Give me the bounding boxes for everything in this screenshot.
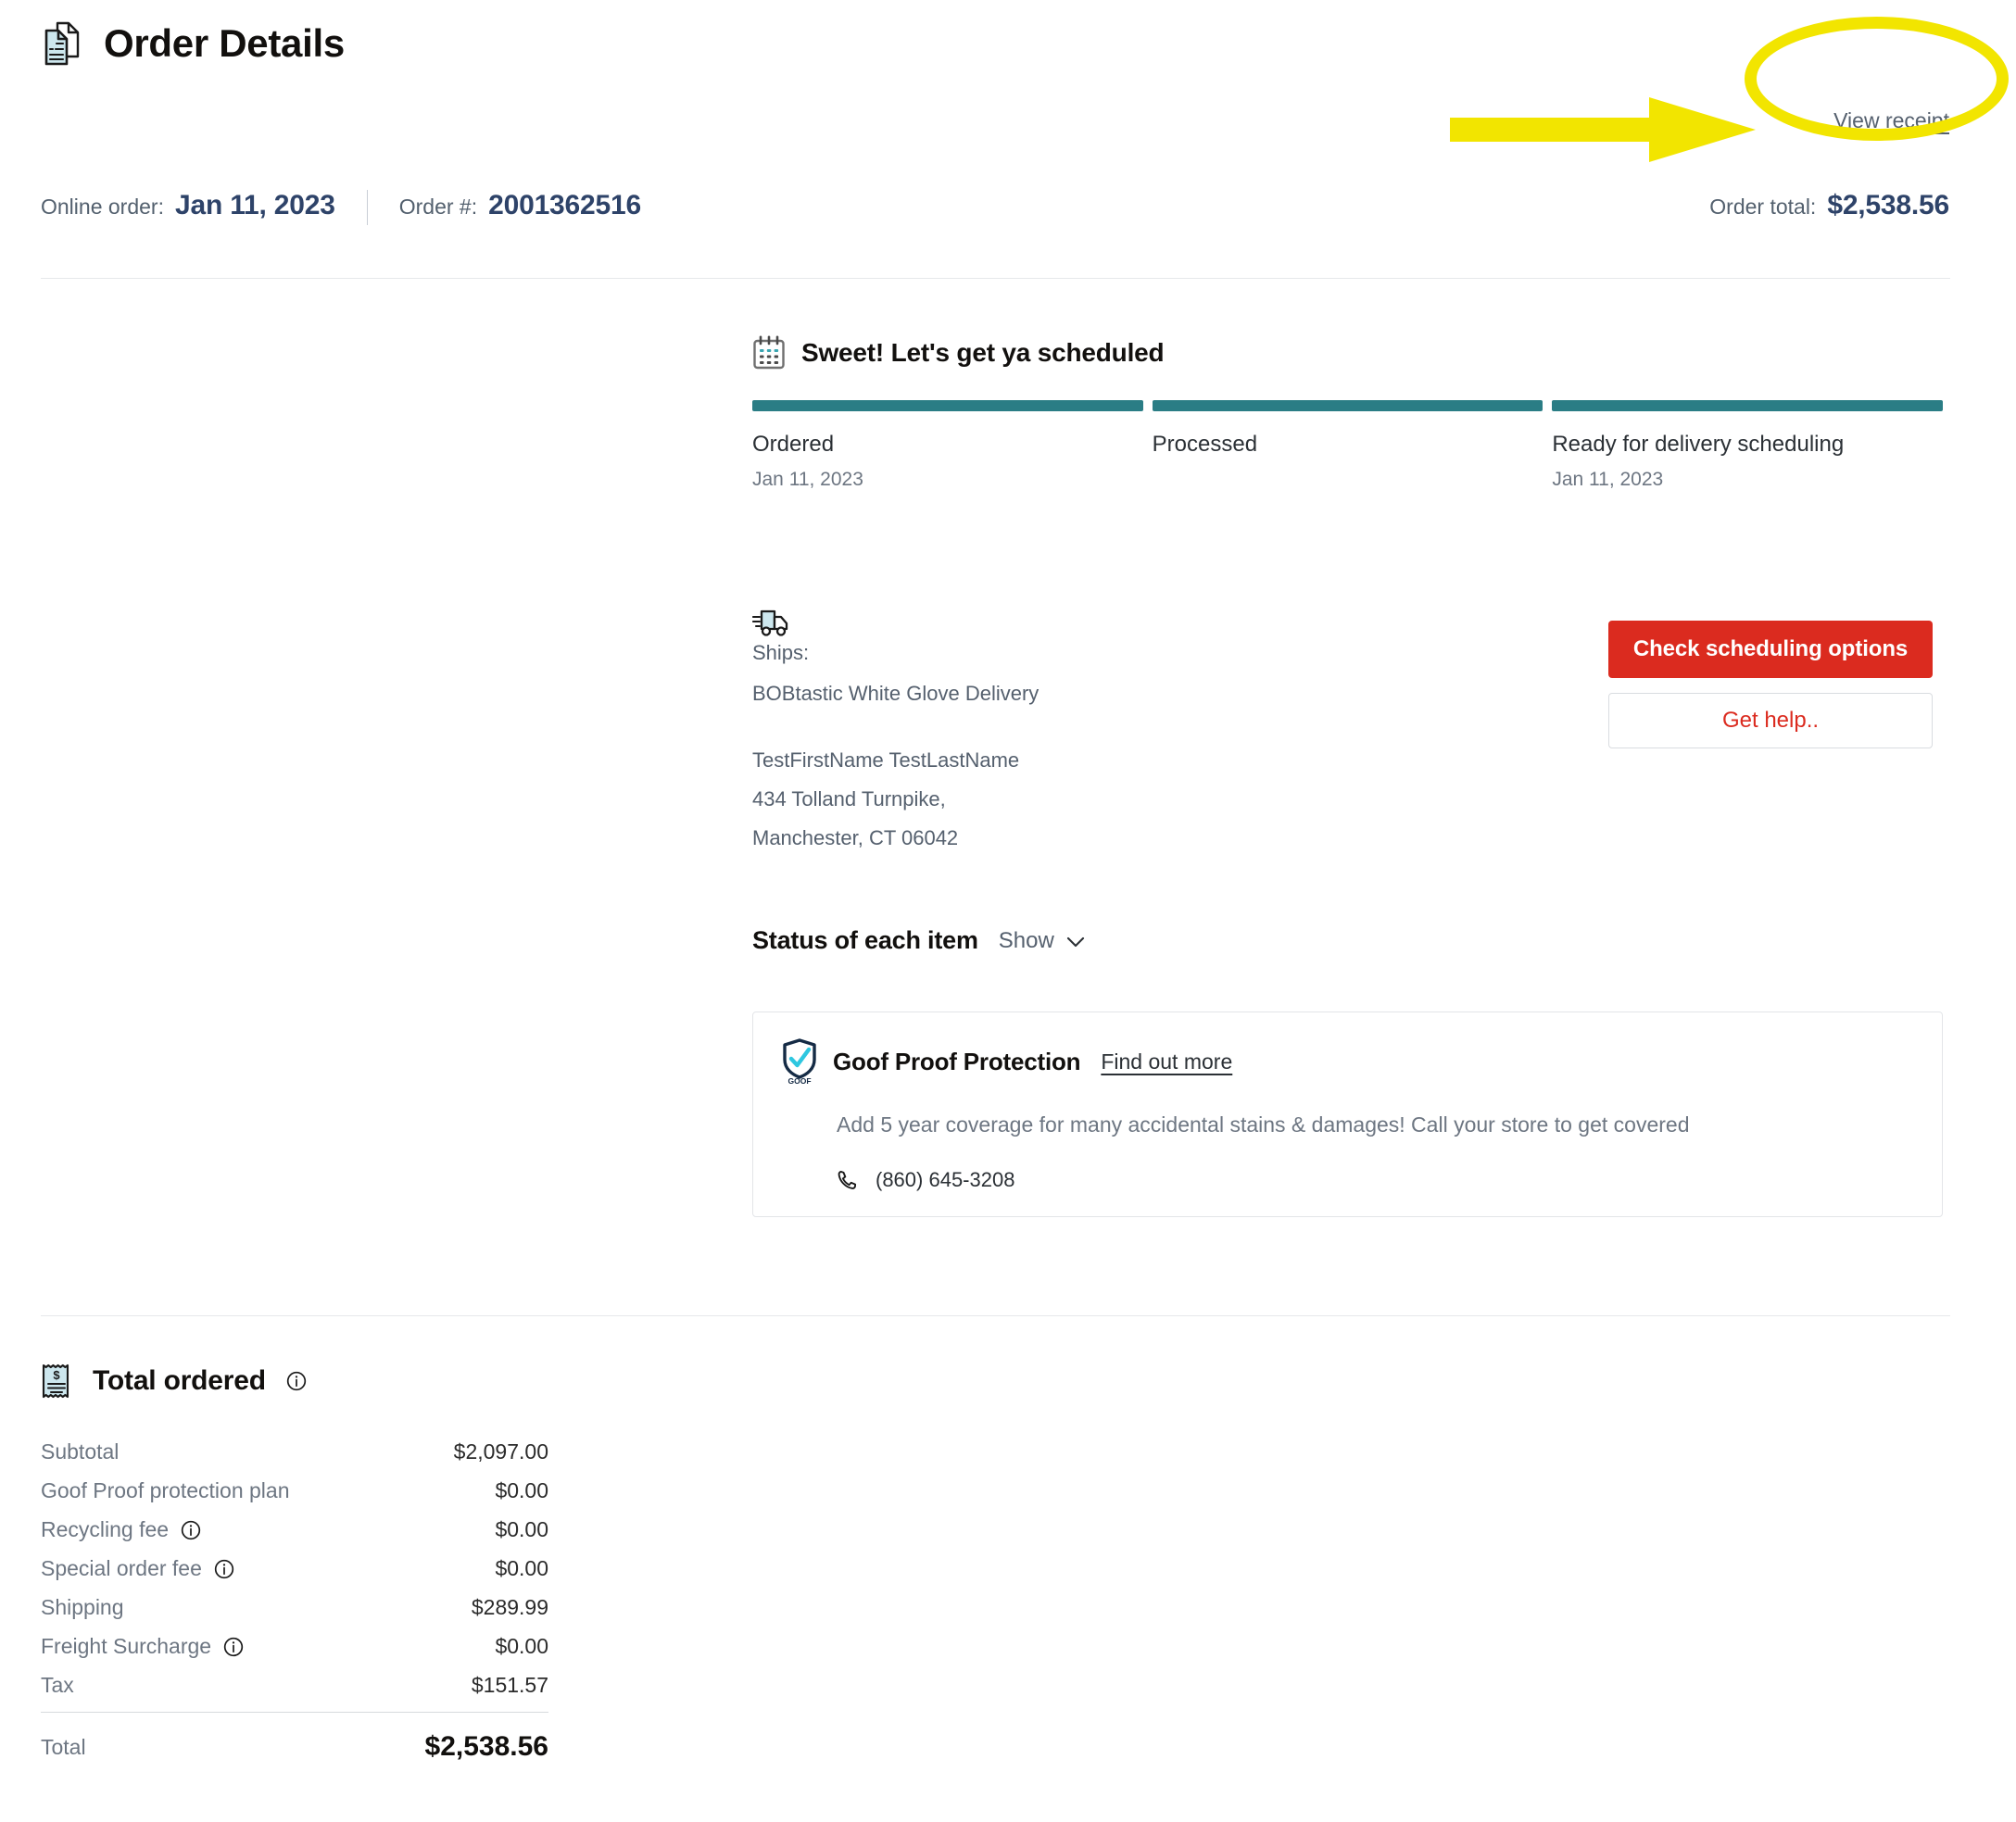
total-row-goof-proof-plan: Goof Proof protection plan $0.00 bbox=[41, 1478, 548, 1503]
order-total-value: $2,538.56 bbox=[1827, 190, 1949, 220]
total-row-shipping: Shipping $289.99 bbox=[41, 1595, 548, 1620]
item-status-row: Status of each item Show bbox=[752, 926, 1085, 955]
total-ordered-panel: $ Total ordered Subtotal $2,097.00 Goof … bbox=[41, 1362, 548, 1777]
grand-total-value: $2,538.56 bbox=[424, 1731, 548, 1762]
goof-proof-title: Goof Proof Protection bbox=[833, 1047, 1081, 1075]
total-row-label-group: Freight Surcharge bbox=[41, 1634, 244, 1659]
goof-proof-description: Add 5 year coverage for many accidental … bbox=[837, 1112, 1690, 1137]
order-date-value: Jan 11, 2023 bbox=[174, 190, 335, 220]
calendar-icon bbox=[752, 335, 786, 371]
tracker-step-date: Jan 11, 2023 bbox=[1552, 469, 1664, 490]
ship-recipient: TestFirstName TestLastName bbox=[752, 748, 1020, 772]
item-status-show-label: Show bbox=[998, 927, 1054, 953]
total-ordered-title: Total ordered bbox=[93, 1365, 266, 1396]
total-row-grand-total: Total $2,538.56 bbox=[41, 1731, 548, 1763]
total-row-label: Freight Surcharge bbox=[41, 1634, 212, 1658]
ship-spacer bbox=[752, 724, 1438, 750]
total-row-tax: Tax $151.57 bbox=[41, 1673, 548, 1698]
chevron-down-icon bbox=[1066, 936, 1085, 947]
totals-separator bbox=[41, 1712, 548, 1713]
shipment-block: Ships: BOBtastic White Glove Delivery Te… bbox=[751, 607, 1438, 867]
info-icon[interactable] bbox=[286, 1371, 307, 1391]
total-row-value: $289.99 bbox=[471, 1595, 548, 1619]
tracker-step-name: Ready for delivery scheduling bbox=[1552, 432, 1845, 457]
page-title: Order Details bbox=[104, 21, 345, 65]
totals-divider bbox=[41, 1315, 1950, 1316]
order-progress-tracker: Sweet! Let's get ya scheduled Ordered Ja… bbox=[752, 335, 1944, 491]
total-row-value: $0.00 bbox=[495, 1634, 548, 1658]
item-status-show-toggle[interactable]: Show bbox=[999, 928, 1085, 954]
tracker-step: Ordered Jan 11, 2023 bbox=[752, 400, 1143, 491]
tracker-header: Sweet! Let's get ya scheduled bbox=[752, 335, 1943, 371]
tracker-step: Processed bbox=[1152, 400, 1544, 491]
ship-method: BOBtastic White Glove Delivery bbox=[752, 682, 1040, 705]
tracker-step-name: Ordered bbox=[752, 432, 835, 457]
goof-proof-card: GOOF Goof Proof Protection Find out more… bbox=[752, 1012, 1943, 1217]
online-order-label: Online order: bbox=[41, 195, 164, 219]
ships-label: Ships: bbox=[752, 641, 810, 664]
highlight-arrow-annotation bbox=[1450, 97, 1756, 162]
total-row-recycling-fee: Recycling fee $0.00 bbox=[41, 1517, 548, 1542]
page-header: Order Details bbox=[41, 20, 345, 67]
ship-address-line-2: Manchester, CT 06042 bbox=[752, 826, 959, 849]
tracker-step-date: Jan 11, 2023 bbox=[752, 469, 863, 490]
document-pages-icon bbox=[41, 20, 83, 67]
total-row-special-order-fee: Special order fee $0.00 bbox=[41, 1556, 548, 1581]
order-number-label: Order #: bbox=[398, 195, 478, 219]
total-row-value: $151.57 bbox=[471, 1673, 548, 1697]
info-icon[interactable] bbox=[223, 1637, 244, 1657]
meta-divider bbox=[366, 190, 368, 225]
goof-proof-phone-number: (860) 645-3208 bbox=[876, 1168, 1015, 1191]
total-row-label: Tax bbox=[41, 1673, 74, 1697]
total-row-freight-surcharge: Freight Surcharge $0.00 bbox=[41, 1634, 548, 1659]
order-number-value: 2001362516 bbox=[488, 190, 641, 220]
info-icon[interactable] bbox=[181, 1520, 201, 1540]
total-row-label: Goof Proof protection plan bbox=[41, 1478, 290, 1502]
total-row-value: $0.00 bbox=[495, 1517, 548, 1541]
ship-address-line-1: 434 Tolland Turnpike, bbox=[752, 787, 946, 810]
total-row-label-group: Special order fee bbox=[41, 1556, 234, 1581]
order-meta-row: Online order: Jan 11, 2023 Order #: 2001… bbox=[41, 190, 641, 225]
total-row-value: $0.00 bbox=[495, 1478, 548, 1502]
total-row-subtotal: Subtotal $2,097.00 bbox=[41, 1439, 548, 1464]
goof-proof-header: GOOF Goof Proof Protection Find out more bbox=[753, 1012, 1942, 1086]
tracker-title: Sweet! Let's get ya scheduled bbox=[801, 338, 1165, 367]
grand-total-label: Total bbox=[41, 1734, 86, 1759]
tracker-steps: Ordered Jan 11, 2023 Processed Ready for… bbox=[752, 400, 1944, 491]
total-row-label-group: Recycling fee bbox=[41, 1517, 201, 1542]
tracker-step-bar bbox=[752, 400, 1143, 411]
order-total-row: Order total: $2,538.56 bbox=[1709, 190, 1949, 221]
action-buttons: Check scheduling options Get help.. bbox=[1608, 621, 1933, 748]
total-row-label: Subtotal bbox=[41, 1439, 120, 1464]
tracker-step-bar bbox=[1552, 400, 1944, 411]
goof-proof-find-out-more-link[interactable]: Find out more bbox=[1101, 1049, 1232, 1074]
total-row-label: Shipping bbox=[41, 1595, 124, 1619]
svg-text:$: $ bbox=[53, 1368, 60, 1382]
total-row-value: $2,097.00 bbox=[453, 1439, 548, 1464]
total-row-value: $0.00 bbox=[495, 1556, 548, 1580]
tracker-step-name: Processed bbox=[1152, 432, 1258, 457]
tracker-step: Ready for delivery scheduling Jan 11, 20… bbox=[1552, 400, 1944, 491]
phone-icon bbox=[837, 1169, 859, 1191]
total-ordered-header: $ Total ordered bbox=[41, 1362, 548, 1401]
order-total-label: Order total: bbox=[1709, 195, 1817, 219]
goof-proof-phone-row[interactable]: (860) 645-3208 bbox=[837, 1168, 1942, 1192]
delivery-truck-icon bbox=[751, 609, 791, 642]
view-receipt-link[interactable]: View receipt bbox=[1833, 108, 1949, 133]
header-divider bbox=[41, 278, 1950, 279]
receipt-icon: $ bbox=[41, 1362, 72, 1401]
svg-text:GOOF: GOOF bbox=[788, 1076, 811, 1085]
check-scheduling-options-button[interactable]: Check scheduling options bbox=[1608, 621, 1933, 678]
total-row-label: Special order fee bbox=[41, 1556, 202, 1580]
total-row-label: Recycling fee bbox=[41, 1517, 170, 1541]
get-help-button[interactable]: Get help.. bbox=[1608, 693, 1933, 748]
tracker-step-bar bbox=[1152, 400, 1544, 411]
item-status-title: Status of each item bbox=[752, 926, 978, 954]
info-icon[interactable] bbox=[214, 1559, 234, 1579]
goof-proof-shield-icon: GOOF bbox=[781, 1038, 818, 1086]
